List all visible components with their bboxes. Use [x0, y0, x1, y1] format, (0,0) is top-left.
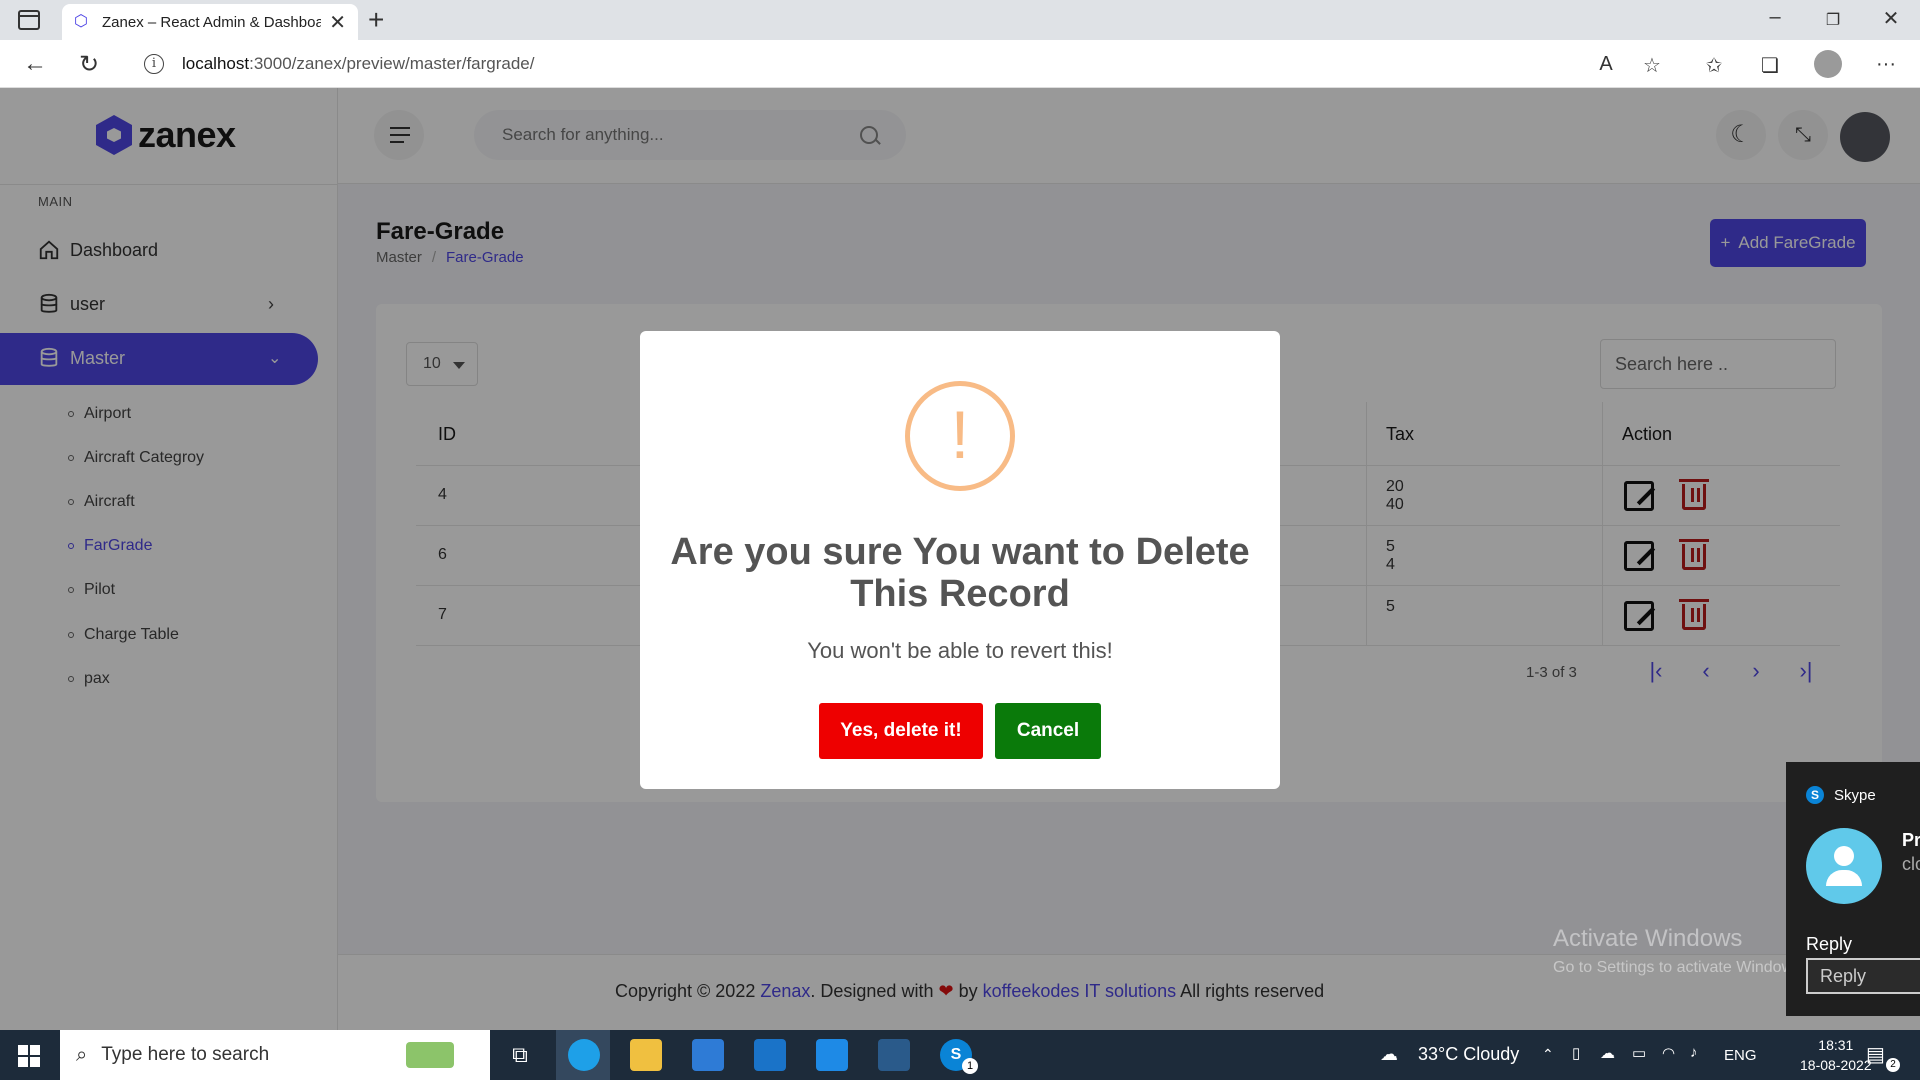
taskbar-search-placeholder: Type here to search: [101, 1044, 270, 1065]
collections-icon[interactable]: ❏: [1756, 53, 1784, 78]
more-options-icon[interactable]: ···: [1872, 53, 1900, 76]
file-explorer-icon[interactable]: [630, 1039, 662, 1071]
toast-header: S Skype: [1806, 786, 1876, 804]
restore-button[interactable]: ❐: [1810, 10, 1856, 30]
skype-badge: 1: [962, 1058, 978, 1074]
read-aloud-icon[interactable]: A: [1592, 53, 1620, 76]
add-favorite-icon[interactable]: ☆: [1638, 53, 1666, 78]
search-highlight-icon: [406, 1042, 454, 1068]
weather-text[interactable]: 33°C Cloudy: [1418, 1044, 1519, 1065]
toast-app-name: Skype: [1834, 786, 1876, 804]
warning-icon: !: [905, 381, 1015, 491]
tray-overflow-icon[interactable]: ⌃: [1542, 1046, 1554, 1063]
language-indicator[interactable]: ENG: [1724, 1047, 1757, 1064]
refresh-icon[interactable]: ↻: [74, 50, 104, 79]
url-host: localhost: [182, 54, 250, 73]
windows-start-icon[interactable]: [18, 1045, 40, 1067]
skype-icon: S: [1806, 786, 1824, 804]
tray-cloud-icon[interactable]: ☁: [1600, 1044, 1615, 1062]
volume-icon[interactable]: ♪: [1690, 1044, 1698, 1061]
browser-tab-bar: ⬡ Zanex – React Admin & Dashboa ✕ + – ❐ …: [0, 0, 1920, 40]
system-clock[interactable]: 18:31 18-08-2022: [1800, 1035, 1872, 1075]
search-icon: ⌕: [76, 1043, 88, 1066]
clock-time: 18:31: [1818, 1037, 1854, 1053]
windows-taskbar: ⌕ Type here to search ⧉ S 1 ☁ 33°C Cloud…: [0, 1030, 1920, 1080]
notification-count: 2: [1886, 1058, 1900, 1072]
delete-confirm-dialog: ! Are you sure You want to Delete This R…: [640, 331, 1280, 789]
close-tab-icon[interactable]: ✕: [329, 10, 346, 35]
clock-date: 18-08-2022: [1800, 1057, 1872, 1073]
address-bar-row: ← ↻ i localhost:3000/zanex/preview/maste…: [0, 40, 1920, 88]
toast-reply-input[interactable]: Reply: [1806, 958, 1920, 994]
weather-cloud-icon[interactable]: ☁: [1380, 1044, 1398, 1065]
tray-device-icon[interactable]: ▯: [1572, 1044, 1580, 1062]
mail-icon[interactable]: [754, 1039, 786, 1071]
zanex-favicon-icon: ⬡: [74, 13, 88, 30]
close-window-button[interactable]: ✕: [1868, 6, 1914, 31]
battery-icon[interactable]: ▭: [1632, 1044, 1646, 1062]
toast-reply-label: Reply: [1806, 934, 1853, 954]
contact-avatar-icon: [1806, 828, 1882, 904]
mysql-workbench-icon[interactable]: [878, 1039, 910, 1071]
watermark-subtitle: Go to Settings to activate Windows.: [1553, 959, 1806, 976]
confirm-delete-button[interactable]: Yes, delete it!: [819, 703, 983, 759]
back-arrow-icon[interactable]: ←: [20, 50, 50, 78]
profile-icon[interactable]: [1814, 50, 1842, 78]
vscode-icon[interactable]: [816, 1039, 848, 1071]
taskbar-search[interactable]: ⌕ Type here to search: [60, 1030, 490, 1080]
cancel-button[interactable]: Cancel: [995, 703, 1101, 759]
url-path: :3000/zanex/preview/master/fargrade/: [249, 54, 535, 73]
toast-contact-name: Pr: [1902, 830, 1920, 850]
tab-actions-icon[interactable]: [18, 10, 40, 30]
favorites-icon[interactable]: ✩: [1700, 53, 1728, 78]
skype-notification[interactable]: S Skype Pr clo Reply Reply: [1786, 762, 1920, 1016]
activate-windows-watermark: Activate Windows Go to Settings to activ…: [1553, 925, 1806, 977]
url-field[interactable]: i localhost:3000/zanex/preview/master/fa…: [126, 46, 1659, 82]
task-view-icon[interactable]: ⧉: [504, 1039, 536, 1071]
dialog-message: You won't be able to revert this!: [807, 638, 1113, 663]
browser-tab[interactable]: ⬡ Zanex – React Admin & Dashboa ✕: [62, 4, 358, 40]
site-info-icon[interactable]: i: [144, 54, 164, 74]
edge-browser-icon[interactable]: [568, 1039, 600, 1071]
watermark-title: Activate Windows: [1553, 925, 1743, 952]
wifi-icon[interactable]: ◠: [1662, 1044, 1675, 1062]
dialog-title: Are you sure You want to Delete This Rec…: [670, 531, 1250, 615]
new-tab-button[interactable]: +: [368, 4, 384, 36]
notification-center-icon[interactable]: ▤: [1866, 1042, 1885, 1067]
toast-message: clo: [1902, 854, 1920, 874]
minimize-button[interactable]: –: [1752, 6, 1798, 29]
tab-title: Zanex – React Admin & Dashboa: [102, 13, 322, 31]
microsoft-store-icon[interactable]: [692, 1039, 724, 1071]
